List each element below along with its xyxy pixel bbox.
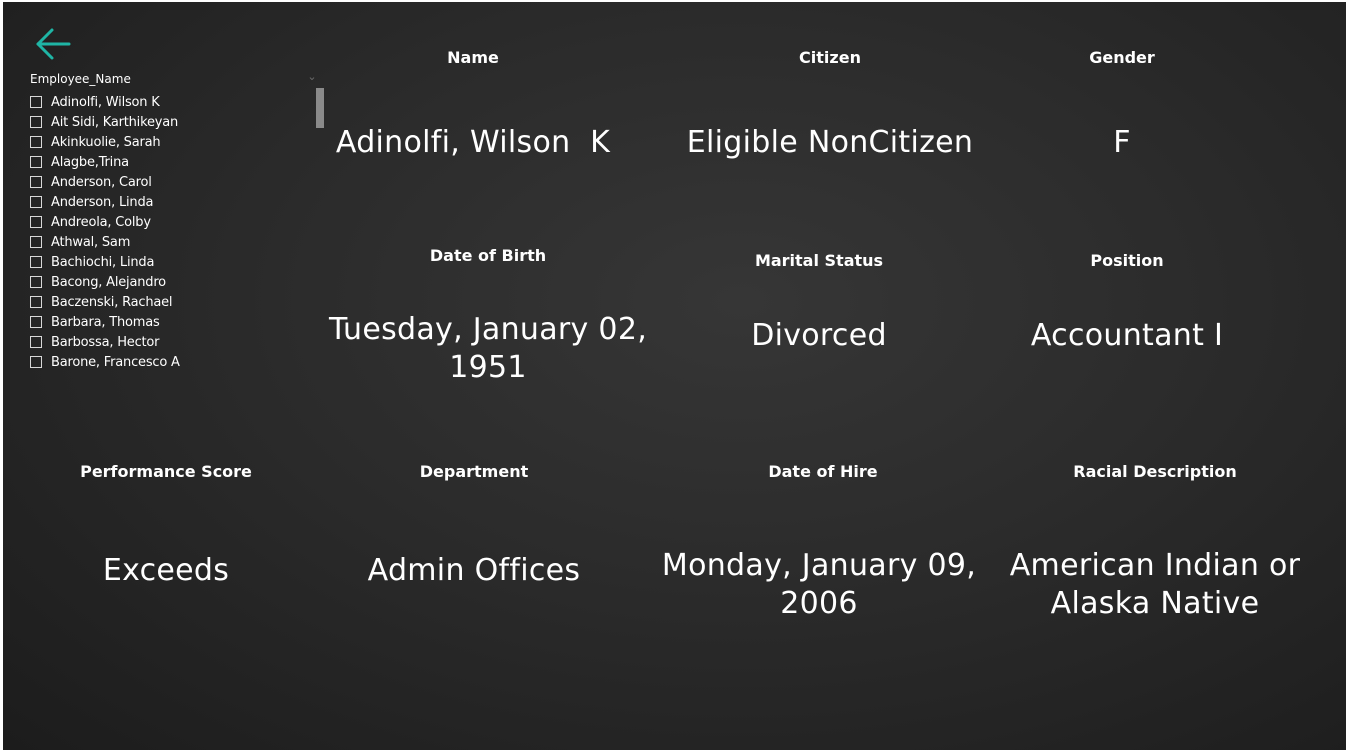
- position-card-value: Accountant I: [1030, 318, 1224, 353]
- slicer-item-checkbox[interactable]: [30, 136, 42, 148]
- marital-card-label: Marital Status: [754, 251, 884, 270]
- slicer-item[interactable]: Anderson, Linda: [25, 192, 315, 212]
- slicer-item[interactable]: Athwal, Sam: [25, 232, 315, 252]
- slicer-item-checkbox[interactable]: [30, 296, 42, 308]
- position-card-label: Position: [1090, 251, 1164, 270]
- slicer-item-label: Ait Sidi, Karthikeyan: [51, 114, 179, 130]
- slicer-item-label: Bacong, Alejandro: [51, 274, 166, 290]
- hire-card-label: Date of Hire: [768, 462, 878, 481]
- slicer-item[interactable]: Adinolfi, Wilson K: [25, 92, 315, 112]
- gender-card-label: Gender: [1089, 48, 1155, 67]
- slicer-item-checkbox[interactable]: [30, 96, 42, 108]
- hire-card-value: Monday, January 09, 2006: [662, 547, 976, 623]
- arrow-left-icon: [36, 28, 71, 60]
- dob-value-line1: Tuesday, January 02,: [328, 312, 648, 347]
- slicer-item-checkbox[interactable]: [30, 116, 42, 128]
- slicer-list: Adinolfi, Wilson K Ait Sidi, Karthikeyan A…: [25, 92, 315, 372]
- slicer-item[interactable]: Akinkuolie, Sarah: [25, 132, 315, 152]
- slicer-item[interactable]: Bacong, Alejandro: [25, 272, 315, 292]
- slicer-item-label: Barbara, Thomas: [51, 314, 160, 330]
- race-card-value: American Indian or Alaska Native: [1010, 547, 1301, 623]
- slicer-item-checkbox[interactable]: [30, 316, 42, 328]
- slicer-item[interactable]: Andreola, Colby: [25, 212, 315, 232]
- slicer-item-checkbox[interactable]: [30, 176, 42, 188]
- citizen-card-value: Eligible NonCitizen: [686, 125, 974, 160]
- slicer-item-checkbox[interactable]: [30, 356, 42, 368]
- slicer-item-checkbox[interactable]: [30, 276, 42, 288]
- slicer-header: Employee_Name ⌄: [25, 68, 325, 90]
- slicer-item-label: Barone, Francesco A: [51, 354, 180, 370]
- employee-name-slicer: Employee_Name ⌄ Adinolfi, Wilson K Ait Si…: [25, 68, 325, 376]
- slicer-item-label: Adinolfi, Wilson K: [51, 94, 160, 110]
- slicer-item[interactable]: Anderson, Carol: [25, 172, 315, 192]
- slicer-item[interactable]: Ait Sidi, Karthikeyan: [25, 112, 315, 132]
- slicer-title: Employee_Name: [30, 72, 131, 86]
- slicer-item[interactable]: Bachiochi, Linda: [25, 252, 315, 272]
- department-card-label: Department: [419, 462, 529, 481]
- race-value-line1: American Indian or: [1009, 548, 1301, 583]
- slicer-item-label: Baczenski, Rachael: [51, 294, 173, 310]
- slicer-item-checkbox[interactable]: [30, 156, 42, 168]
- hire-value-line2: 2006: [780, 586, 858, 621]
- slicer-item[interactable]: Alagbe,Trina: [25, 152, 315, 172]
- name-card-value: Adinolfi, Wilson K: [335, 125, 611, 160]
- chevron-down-icon[interactable]: ⌄: [305, 70, 319, 84]
- slicer-item-checkbox[interactable]: [30, 196, 42, 208]
- hire-value-line1: Monday, January 09,: [661, 548, 977, 583]
- slicer-item[interactable]: Barbara, Thomas: [25, 312, 315, 332]
- slicer-item-label: Akinkuolie, Sarah: [51, 134, 161, 150]
- slicer-item[interactable]: Barbossa, Hector: [25, 332, 315, 352]
- slicer-item-checkbox[interactable]: [30, 216, 42, 228]
- report-canvas: Employee_Name ⌄ Adinolfi, Wilson K Ait Si…: [3, 2, 1346, 750]
- slicer-item-label: Athwal, Sam: [51, 234, 131, 250]
- slicer-item-label: Anderson, Carol: [51, 174, 152, 190]
- slicer-item-checkbox[interactable]: [30, 256, 42, 268]
- slicer-item-label: Andreola, Colby: [51, 214, 151, 230]
- gender-card-value: F: [1113, 125, 1131, 160]
- slicer-item[interactable]: Barone, Francesco A: [25, 352, 315, 372]
- name-card-label: Name: [447, 48, 499, 67]
- performance-card-value: Exceeds: [102, 553, 230, 588]
- citizen-card-label: Citizen: [799, 48, 861, 67]
- slicer-item-label: Barbossa, Hector: [51, 334, 160, 350]
- dob-card-label: Date of Birth: [429, 246, 547, 265]
- dob-value-line2: 1951: [449, 350, 527, 385]
- race-value-line2: Alaska Native: [1050, 586, 1260, 621]
- performance-card-label: Performance Score: [80, 462, 252, 481]
- slicer-item-checkbox[interactable]: [30, 236, 42, 248]
- slicer-item-checkbox[interactable]: [30, 336, 42, 348]
- slicer-item-label: Bachiochi, Linda: [51, 254, 155, 270]
- marital-card-value: Divorced: [751, 318, 887, 353]
- dob-card-value: Tuesday, January 02, 1951: [329, 311, 647, 387]
- slicer-item[interactable]: Baczenski, Rachael: [25, 292, 315, 312]
- department-card-value: Admin Offices: [367, 553, 581, 588]
- slicer-item-label: Alagbe,Trina: [51, 154, 129, 170]
- back-button[interactable]: [33, 26, 73, 62]
- slicer-scrollbar[interactable]: [316, 88, 324, 128]
- slicer-item-label: Anderson, Linda: [51, 194, 154, 210]
- race-card-label: Racial Description: [1073, 462, 1237, 481]
